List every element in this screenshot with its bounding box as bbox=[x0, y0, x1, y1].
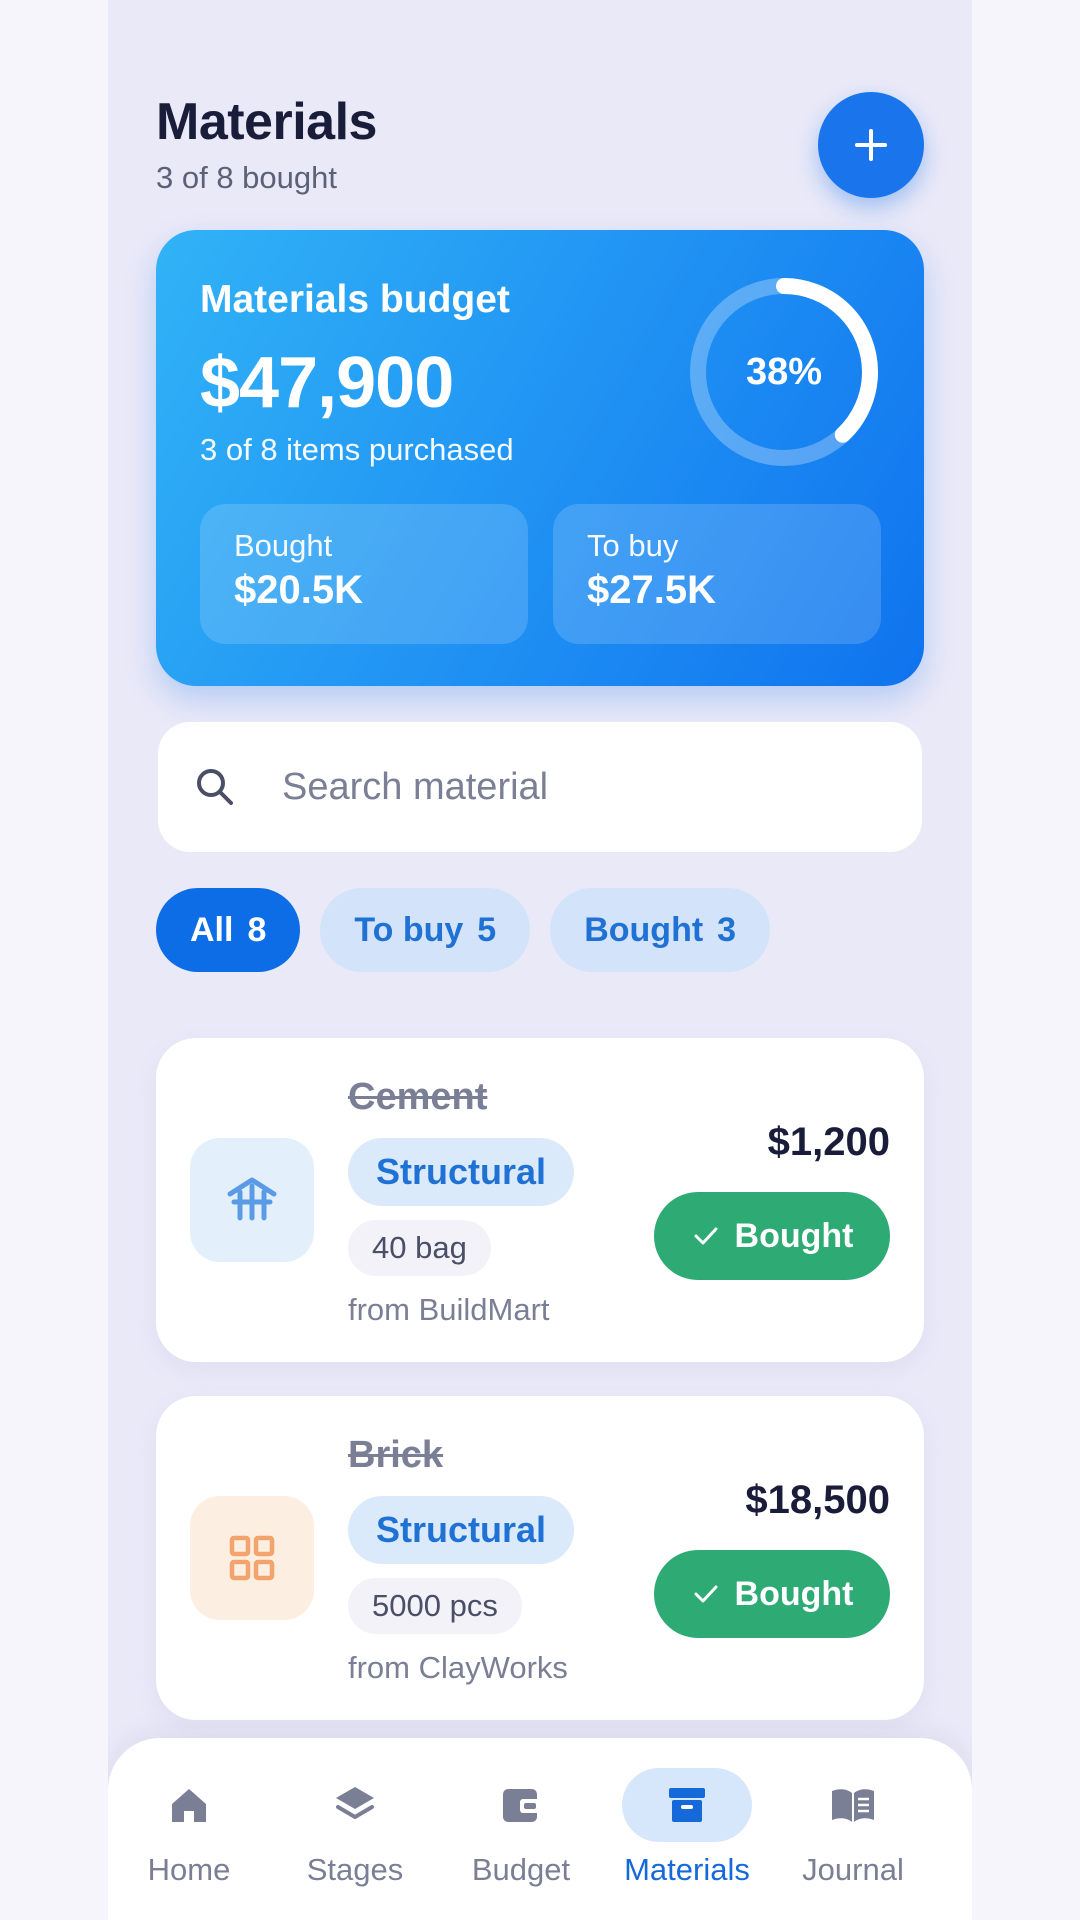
bought-stat-label: Bought bbox=[234, 528, 333, 563]
to-buy-stat-label: To buy bbox=[587, 528, 679, 563]
search-input[interactable]: Search material bbox=[158, 722, 922, 852]
budget-card: Materials budget $47,900 3 of 8 items pu… bbox=[156, 230, 924, 686]
material-name: Brick bbox=[348, 1434, 444, 1476]
page-title: Materials bbox=[156, 93, 377, 151]
filter-chips: All 8 To buy 5 Bought 3 bbox=[156, 888, 771, 972]
nav-icon-container bbox=[788, 1768, 918, 1842]
material-price: $1,200 bbox=[767, 1120, 890, 1164]
nav-icon-container bbox=[622, 1768, 752, 1842]
book-icon bbox=[832, 1789, 874, 1822]
wallet-icon bbox=[503, 1789, 540, 1822]
nav-label: Materials bbox=[624, 1852, 750, 1887]
to-buy-stat-value: $27.5K bbox=[587, 568, 716, 612]
supplier-text: from BuildMart bbox=[348, 1292, 550, 1327]
check-icon bbox=[694, 1585, 718, 1603]
material-name: Cement bbox=[348, 1076, 488, 1118]
plus-icon bbox=[855, 129, 887, 161]
budget-total: $47,900 bbox=[200, 343, 454, 423]
category-badge: Structural bbox=[348, 1138, 575, 1206]
nav-icon-container bbox=[456, 1768, 586, 1842]
box-icon bbox=[669, 1788, 705, 1822]
bought-stat: Bought $20.5K bbox=[200, 504, 528, 644]
material-card[interactable]: Brick Structural 5000 pcs from ClayWorks… bbox=[156, 1396, 924, 1720]
filter-chip-to-buy[interactable]: To buy 5 bbox=[320, 888, 531, 972]
bought-stat-value: $20.5K bbox=[234, 568, 363, 612]
budget-subtitle: 3 of 8 items purchased bbox=[200, 432, 514, 467]
home-icon bbox=[172, 1789, 206, 1822]
nav-item-budget[interactable]: Budget bbox=[441, 1768, 601, 1888]
grid-icon bbox=[229, 1535, 275, 1581]
budget-label: Materials budget bbox=[200, 278, 510, 321]
progress-percent: 38% bbox=[745, 350, 823, 393]
chip-count: 3 bbox=[717, 910, 737, 949]
nav-label: Budget bbox=[471, 1852, 571, 1887]
search-placeholder: Search material bbox=[282, 765, 549, 808]
chip-label: All bbox=[190, 910, 234, 949]
app-screen: Materials 3 of 8 bought Materials budget… bbox=[108, 0, 972, 1920]
filter-chip-bought[interactable]: Bought 3 bbox=[550, 888, 771, 972]
material-icon-tile bbox=[190, 1496, 314, 1620]
nav-icon-container bbox=[290, 1768, 420, 1842]
nav-item-journal[interactable]: Journal bbox=[773, 1768, 933, 1888]
nav-item-stages[interactable]: Stages bbox=[275, 1768, 435, 1888]
to-buy-stat: To buy $27.5K bbox=[553, 504, 881, 644]
nav-label: Journal bbox=[802, 1852, 904, 1887]
bought-status-button[interactable]: Bought bbox=[654, 1192, 890, 1280]
add-material-button[interactable] bbox=[818, 92, 924, 198]
filter-chip-all[interactable]: All 8 bbox=[156, 888, 301, 972]
quantity-badge: 5000 pcs bbox=[348, 1578, 522, 1634]
material-card[interactable]: Cement Structural 40 bag from BuildMart … bbox=[156, 1038, 924, 1362]
nav-label: Home bbox=[147, 1852, 231, 1887]
nav-item-materials[interactable]: Materials bbox=[607, 1768, 767, 1888]
nav-label: Stages bbox=[306, 1852, 404, 1887]
nav-icon-container bbox=[124, 1768, 254, 1842]
nav-item-home[interactable]: Home bbox=[109, 1768, 269, 1888]
supplier-text: from ClayWorks bbox=[348, 1650, 568, 1685]
chip-label: Bought bbox=[584, 910, 704, 949]
page-header: Materials 3 of 8 bought bbox=[156, 92, 377, 196]
chip-count: 5 bbox=[477, 910, 497, 949]
layers-icon bbox=[336, 1787, 374, 1819]
category-badge: Structural bbox=[348, 1496, 575, 1564]
bought-status-label: Bought bbox=[734, 1574, 854, 1613]
building-frame-icon bbox=[227, 1177, 277, 1221]
material-icon-tile bbox=[190, 1138, 314, 1262]
search-icon bbox=[197, 769, 233, 805]
bought-status-button[interactable]: Bought bbox=[654, 1550, 890, 1638]
chip-label: To buy bbox=[354, 910, 464, 949]
bought-status-label: Bought bbox=[734, 1216, 854, 1255]
page-subtitle: 3 of 8 bought bbox=[156, 160, 337, 195]
chip-count: 8 bbox=[247, 910, 267, 949]
check-icon bbox=[694, 1227, 718, 1245]
material-price: $18,500 bbox=[745, 1478, 890, 1522]
quantity-badge: 40 bag bbox=[348, 1220, 491, 1276]
bottom-navigation: Home Stages Budget Materials Journal bbox=[108, 1738, 972, 1920]
